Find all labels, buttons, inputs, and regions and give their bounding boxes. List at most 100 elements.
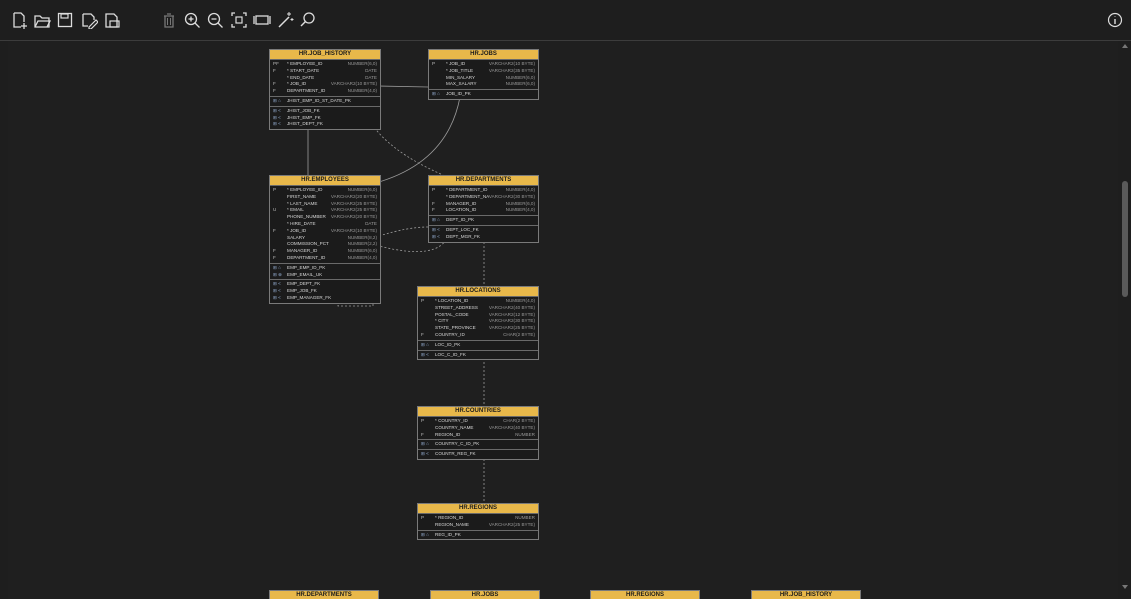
column-row[interactable]: P * JOB_ID VARCHAR2(10 BYTE)	[429, 61, 538, 68]
scroll-up-arrow[interactable]	[1122, 44, 1128, 48]
scroll-down-arrow[interactable]	[1122, 585, 1128, 589]
index-row[interactable]: ⊞ < JHIST_JOB_FK	[270, 108, 380, 115]
table-partial[interactable]: HR.JOBS	[430, 590, 540, 599]
table-title: HR.COUNTRIES	[418, 407, 538, 416]
column-row[interactable]: PF * EMPLOYEE_ID NUMBER(6,0)	[270, 61, 380, 68]
column-row[interactable]: SALARY NUMBER(8,2)	[270, 235, 380, 242]
column-row[interactable]: REGION_NAME VARCHAR2(25 BYTE)	[418, 522, 538, 529]
column-row[interactable]: F COUNTRY_ID CHAR(2 BYTE)	[418, 332, 538, 339]
columns-section: P * LOCATION_ID NUMBER(4,0) STREET_ADDRESS V…	[418, 296, 538, 340]
index-row[interactable]: ⊞ < EMP_MANAGER_FK	[270, 295, 380, 302]
column-row[interactable]: FIRST_NAME VARCHAR2(20 BYTE)	[270, 194, 380, 201]
indexes-section: ⊞ ⌂ JOB_ID_PK	[429, 89, 538, 99]
new-diagram-icon[interactable]	[10, 11, 28, 29]
column-type: NUMBER(6,0)	[505, 81, 535, 87]
column-row[interactable]: P * EMPLOYEE_ID NUMBER(6,0)	[270, 187, 380, 194]
info-icon[interactable]	[1106, 11, 1124, 29]
zoom-out-icon[interactable]	[206, 11, 224, 29]
column-row[interactable]: F * JOB_ID VARCHAR2(10 BYTE)	[270, 81, 380, 88]
table-employees[interactable]: HR.EMPLOYEES P * EMPLOYEE_ID NUMBER(6,0) FIR…	[269, 175, 381, 304]
index-row[interactable]: ⊞ ⌂ LOC_ID_PK	[418, 342, 538, 349]
edit-icon[interactable]	[80, 11, 98, 29]
table-job-history[interactable]: HR.JOB_HISTORY PF * EMPLOYEE_ID NUMBER(6,0)…	[269, 49, 381, 131]
column-row[interactable]: * END_DATE DATE	[270, 75, 380, 82]
index-row[interactable]: ⊞ < JHIST_DEPT_FK	[270, 121, 380, 128]
column-row[interactable]: * HIRE_DATE DATE	[270, 221, 380, 228]
column-type: VARCHAR2(12 BYTE)	[488, 311, 535, 317]
table-departments[interactable]: HR.DEPARTMENTS P * DEPARTMENT_ID NUMBER(4,0…	[428, 175, 539, 243]
search-icon[interactable]	[299, 11, 317, 29]
column-row[interactable]: F DEPARTMENT_ID NUMBER(4,0)	[270, 255, 380, 262]
column-row[interactable]: * JOB_TITLE VARCHAR2(35 BYTE)	[429, 68, 538, 75]
scrollbar-thumb[interactable]	[1122, 181, 1128, 297]
column-row[interactable]: F REGION_ID NUMBER	[418, 432, 538, 439]
key-marker: F	[273, 67, 276, 73]
column-name: COMMISSION_PCT	[287, 241, 329, 247]
column-row[interactable]: F MANAGER_ID NUMBER(6,0)	[270, 248, 380, 255]
column-row[interactable]: U * EMAIL VARCHAR2(25 BYTE)	[270, 207, 380, 214]
column-name: * JOB_ID	[446, 61, 466, 66]
table-locations[interactable]: HR.LOCATIONS P * LOCATION_ID NUMBER(4,0) STR…	[417, 286, 539, 361]
index-row[interactable]: ⊞ < DEPT_MGR_FK	[429, 234, 538, 241]
indexes-section: ⊞ ⌂ LOC_ID_PK	[418, 339, 538, 350]
index-row[interactable]: ⊞ < DEPT_LOC_FK	[429, 227, 538, 234]
key-marker: ⊞ <	[273, 107, 281, 113]
column-row[interactable]: F DEPARTMENT_ID NUMBER(4,0)	[270, 88, 380, 95]
column-row[interactable]: * LAST_NAME VARCHAR2(25 BYTE)	[270, 201, 380, 208]
index-row[interactable]: ⊞ ⌂ JHIST_EMP_ID_ST_DATE_PK	[270, 98, 380, 105]
table-title: HR.JOBS	[431, 591, 539, 599]
key-marker: ⊞ <	[273, 121, 281, 127]
index-row[interactable]: ⊞ < LOC_C_ID_FK	[418, 352, 538, 359]
index-row[interactable]: ⊞ ⌂ REG_ID_PK	[418, 532, 538, 539]
index-row[interactable]: ⊞ ⌂ COUNTRY_C_ID_PK	[418, 441, 538, 448]
diagram-canvas[interactable]: HR.JOB_HISTORY PF * EMPLOYEE_ID NUMBER(6,0)…	[8, 41, 1118, 599]
column-row[interactable]: COMMISSION_PCT NUMBER(2,2)	[270, 241, 380, 248]
key-marker: P	[432, 61, 436, 66]
auto-layout-icon[interactable]	[276, 11, 294, 29]
column-row[interactable]: P * REGION_ID NUMBER	[418, 515, 538, 522]
table-countries[interactable]: HR.COUNTRIES P * COUNTRY_ID CHAR(2 BYTE) COU…	[417, 406, 539, 460]
column-row[interactable]: P * COUNTRY_ID CHAR(2 BYTE)	[418, 418, 538, 425]
table-regions[interactable]: HR.REGIONS P * REGION_ID NUMBER REGION_NAME V…	[417, 503, 539, 541]
index-row[interactable]: ⊞ ⌂ EMP_EMP_ID_PK	[270, 265, 380, 272]
column-row[interactable]: P * DEPARTMENT_ID NUMBER(4,0)	[429, 187, 538, 194]
index-row[interactable]: ⊞ < EMP_DEPT_FK	[270, 281, 380, 288]
column-row[interactable]: MAX_SALARY NUMBER(6,0)	[429, 81, 538, 88]
index-row[interactable]: ⊞ < COUNTR_REG_FK	[418, 451, 538, 458]
column-row[interactable]: * CITY VARCHAR2(30 BYTE)	[418, 318, 538, 325]
table-partial[interactable]: HR.JOB_HISTORY	[751, 590, 861, 599]
index-row[interactable]: ⊞ ⊕ EMP_EMAIL_UK	[270, 272, 380, 279]
column-type: VARCHAR2(20 BYTE)	[330, 193, 377, 199]
column-row[interactable]: F LOCATION_ID NUMBER(4,0)	[429, 207, 538, 214]
column-row[interactable]: F MANAGER_ID NUMBER(6,0)	[429, 201, 538, 208]
column-name: DEPT_MGR_FK	[446, 233, 480, 239]
save-icon[interactable]	[56, 11, 74, 29]
column-row[interactable]: P * LOCATION_ID NUMBER(4,0)	[418, 298, 538, 305]
export-image-icon[interactable]	[103, 11, 121, 29]
column-row[interactable]: F * START_DATE DATE	[270, 68, 380, 75]
open-diagram-icon[interactable]	[33, 11, 51, 29]
table-jobs[interactable]: HR.JOBS P * JOB_ID VARCHAR2(10 BYTE) * JOB_T…	[428, 49, 539, 100]
table-partial[interactable]: HR.REGIONS	[590, 590, 700, 599]
column-row[interactable]: POSTAL_CODE VARCHAR2(12 BYTE)	[418, 312, 538, 319]
index-row[interactable]: ⊞ ⌂ DEPT_ID_PK	[429, 217, 538, 224]
column-name: DEPARTMENT_ID	[287, 88, 326, 94]
actual-size-icon[interactable]	[253, 11, 271, 29]
column-row[interactable]: STREET_ADDRESS VARCHAR2(40 BYTE)	[418, 305, 538, 312]
zoom-in-icon[interactable]	[183, 11, 201, 29]
fit-screen-icon[interactable]	[230, 11, 248, 29]
column-name: * LOCATION_ID	[435, 298, 469, 303]
index-row[interactable]: ⊞ < JHIST_EMP_FK	[270, 115, 380, 122]
column-row[interactable]: F * JOB_ID VARCHAR2(10 BYTE)	[270, 228, 380, 235]
key-marker	[273, 235, 287, 242]
column-type: VARCHAR2(40 BYTE)	[488, 424, 535, 430]
index-row[interactable]: ⊞ ⌂ JOB_ID_PK	[429, 91, 538, 98]
column-row[interactable]: * DEPARTMENT_NAMEVARCHAR2(30 BYTE)	[429, 194, 538, 201]
index-row[interactable]: ⊞ < EMP_JOB_FK	[270, 288, 380, 295]
column-row[interactable]: PHONE_NUMBER VARCHAR2(20 BYTE)	[270, 214, 380, 221]
column-row[interactable]: MIN_SALARY NUMBER(6,0)	[429, 75, 538, 82]
column-row[interactable]: STATE_PROVINCE VARCHAR2(25 BYTE)	[418, 325, 538, 332]
column-row[interactable]: COUNTRY_NAME VARCHAR2(40 BYTE)	[418, 425, 538, 432]
table-partial[interactable]: HR.DEPARTMENTS	[269, 590, 379, 599]
vertical-scrollbar[interactable]	[1118, 41, 1131, 599]
